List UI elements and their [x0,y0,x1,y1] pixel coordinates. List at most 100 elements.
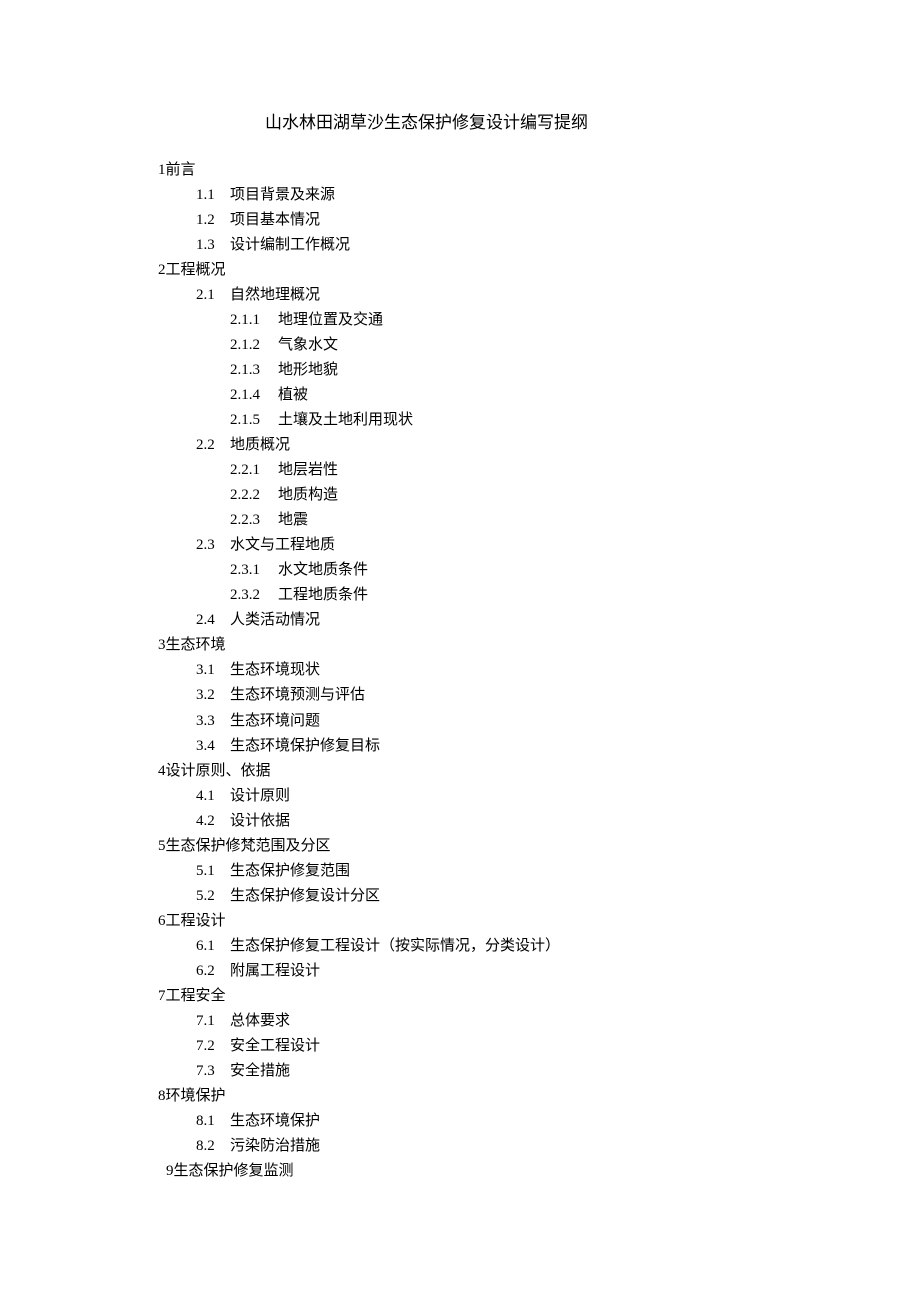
subsection-item: 8.1生态环境保护 [196,1109,830,1134]
subsubsection-text: 地质构造 [278,487,338,503]
subsection-number: 5.1 [196,859,230,884]
subsection-item: 1.3设计编制工作概况 [196,233,830,258]
subsection-text: 项目背景及来源 [230,187,335,203]
section-number: 4 [158,763,166,779]
subsection-number: 1.3 [196,233,230,258]
subsection-item: 3.4生态环境保护修复目标 [196,734,830,759]
subsection-item: 7.3安全措施 [196,1059,830,1084]
subsection-item: 1.2项目基本情况 [196,208,830,233]
section-title: 生态保护修复监测 [174,1163,294,1179]
subsection-number: 2.3 [196,533,230,558]
section-heading: 5生态保护修梵范围及分区 [158,834,830,859]
subsection-number: 1.2 [196,208,230,233]
subsection-text: 附属工程设计 [230,963,320,979]
section-number: 8 [158,1088,166,1104]
section-heading: 9生态保护修复监测 [166,1159,830,1184]
section-number: 9 [166,1163,174,1179]
subsection-number: 7.3 [196,1059,230,1084]
subsubsection-item: 2.1.3地形地貌 [230,358,830,383]
subsection-text: 安全措施 [230,1063,290,1079]
subsection-number: 7.1 [196,1009,230,1034]
subsection-number: 4.2 [196,809,230,834]
subsection-text: 水文与工程地质 [230,537,335,553]
subsubsection-item: 2.1.4植被 [230,383,830,408]
subsection-number: 8.1 [196,1109,230,1134]
subsection-item: 2.1自然地理概况 [196,283,830,308]
subsection-text: 生态环境保护 [230,1113,320,1129]
subsubsection-number: 2.1.5 [230,408,278,433]
section-heading: 3生态环境 [158,633,830,658]
subsubsection-number: 2.2.3 [230,508,278,533]
subsection-text: 人类活动情况 [230,612,320,628]
subsection-item: 3.3生态环境问题 [196,709,830,734]
subsubsection-item: 2.1.5土壤及土地利用现状 [230,408,830,433]
section-heading: 7工程安全 [158,984,830,1009]
subsection-text: 地质概况 [230,437,290,453]
subsubsection-text: 土壤及土地利用现状 [278,412,413,428]
subsection-text: 生态保护修复范围 [230,863,350,879]
subsubsection-text: 地形地貌 [278,362,338,378]
subsection-item: 5.2生态保护修复设计分区 [196,884,830,909]
subsection-item: 4.2设计依据 [196,809,830,834]
subsection-item: 7.1总体要求 [196,1009,830,1034]
subsubsection-text: 地层岩性 [278,462,338,478]
document-outline: 1前言 1.1项目背景及来源 1.2项目基本情况 1.3设计编制工作概况 2工程… [90,158,830,1185]
subsection-item: 2.3水文与工程地质 [196,533,830,558]
subsection-number: 7.2 [196,1034,230,1059]
subsection-item: 2.2地质概况 [196,433,830,458]
subsubsection-item: 2.2.3地震 [230,508,830,533]
subsection-text: 设计编制工作概况 [230,237,350,253]
subsection-text: 生态环境保护修复目标 [230,738,380,754]
subsubsection-item: 2.1.2气象水文 [230,333,830,358]
section-title: 工程概况 [166,262,226,278]
subsubsection-number: 2.1.4 [230,383,278,408]
subsection-text: 安全工程设计 [230,1038,320,1054]
subsection-number: 3.1 [196,658,230,683]
subsection-number: 6.1 [196,934,230,959]
subsection-number: 8.2 [196,1134,230,1159]
section-title: 生态环境 [166,637,226,653]
section-heading: 6工程设计 [158,909,830,934]
subsubsection-text: 工程地质条件 [278,587,368,603]
subsection-number: 2.4 [196,608,230,633]
subsection-number: 3.2 [196,683,230,708]
subsection-number: 3.4 [196,734,230,759]
subsection-item: 5.1生态保护修复范围 [196,859,830,884]
subsubsection-item: 2.2.1地层岩性 [230,458,830,483]
section-title: 环境保护 [166,1088,226,1104]
subsection-item: 6.1生态保护修复工程设计（按实际情况，分类设计） [196,934,830,959]
section-title: 生态保护修梵范围及分区 [166,838,331,854]
section-heading: 4设计原则、依据 [158,759,830,784]
subsubsection-number: 2.3.1 [230,558,278,583]
subsection-number: 5.2 [196,884,230,909]
subsection-text: 生态环境现状 [230,662,320,678]
document-title: 山水林田湖草沙生态保护修复设计编写提纲 [90,110,590,136]
subsection-item: 2.4人类活动情况 [196,608,830,633]
subsubsection-text: 水文地质条件 [278,562,368,578]
subsection-text: 自然地理概况 [230,287,320,303]
subsection-number: 4.1 [196,784,230,809]
subsubsection-number: 2.1.3 [230,358,278,383]
section-heading: 8环境保护 [158,1084,830,1109]
section-title: 设计原则、依据 [166,763,271,779]
subsection-number: 2.2 [196,433,230,458]
subsubsection-text: 地震 [278,512,308,528]
subsection-number: 6.2 [196,959,230,984]
section-number: 2 [158,262,166,278]
subsection-item: 8.2污染防治措施 [196,1134,830,1159]
subsection-text: 总体要求 [230,1013,290,1029]
section-title: 工程安全 [166,988,226,1004]
subsection-text: 设计依据 [230,813,290,829]
section-number: 7 [158,988,166,1004]
section-heading: 1前言 [158,158,830,183]
subsection-item: 4.1设计原则 [196,784,830,809]
subsection-text: 生态环境预测与评估 [230,687,365,703]
subsection-text: 设计原则 [230,788,290,804]
subsubsection-text: 地理位置及交通 [278,312,383,328]
subsection-number: 1.1 [196,183,230,208]
subsection-item: 3.2生态环境预测与评估 [196,683,830,708]
section-number: 5 [158,838,166,854]
subsection-text: 生态环境问题 [230,713,320,729]
subsection-number: 2.1 [196,283,230,308]
subsection-text: 生态保护修复工程设计（按实际情况，分类设计） [230,938,560,954]
